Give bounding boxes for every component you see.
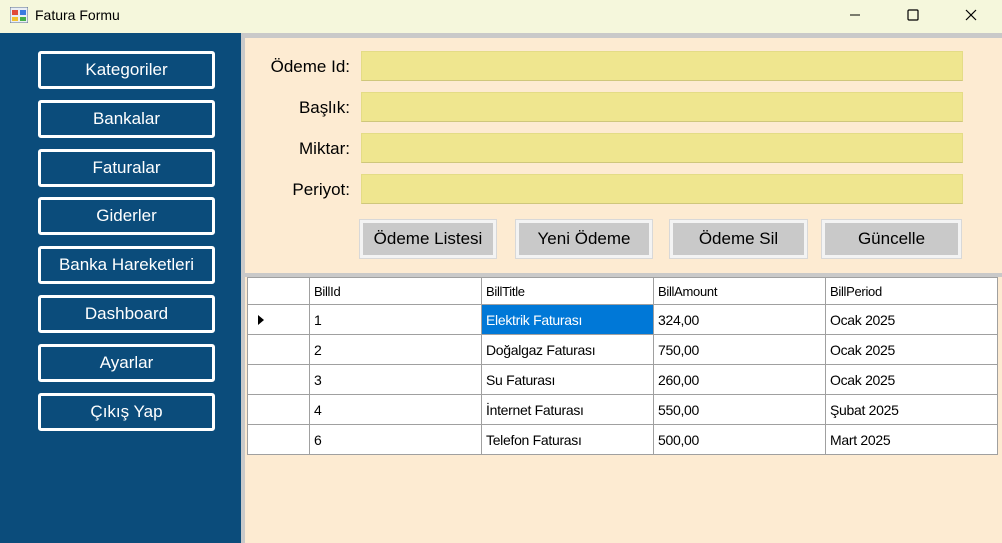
table-row[interactable]: 2 Doğalgaz Faturası 750,00 Ocak 2025 [247, 334, 998, 365]
column-header-billid[interactable]: BillId [309, 277, 482, 305]
table-cell[interactable]: 260,00 [653, 364, 826, 395]
app-form-icon [10, 7, 28, 23]
table-cell[interactable]: Ocak 2025 [825, 304, 998, 335]
minimize-icon [850, 14, 860, 16]
odeme-id-label: Ödeme Id: [270, 57, 350, 76]
baslik-label: Başlık: [298, 98, 350, 117]
table-cell[interactable]: 3 [309, 364, 482, 395]
nav-banka-hareketleri-button[interactable]: Banka Hareketleri [38, 246, 215, 284]
table-cell[interactable]: 4 [309, 394, 482, 425]
nav-giderler-button[interactable]: Giderler [38, 197, 215, 235]
table-cell[interactable]: 2 [309, 334, 482, 365]
table-cell[interactable]: 550,00 [653, 394, 826, 425]
table-cell[interactable]: 324,00 [653, 304, 826, 335]
current-row-arrow-icon [258, 314, 264, 325]
periyot-label: Periyot: [292, 180, 350, 199]
column-header-billperiod[interactable]: BillPeriod [825, 277, 998, 305]
miktar-input[interactable] [361, 133, 963, 163]
row-header-corner[interactable] [247, 277, 310, 305]
table-cell[interactable]: 500,00 [653, 424, 826, 455]
table-cell[interactable]: 6 [309, 424, 482, 455]
row-header[interactable] [247, 394, 310, 425]
table-row[interactable]: 3 Su Faturası 260,00 Ocak 2025 [247, 364, 998, 395]
nav-kategoriler-button[interactable]: Kategoriler [38, 51, 215, 89]
minimize-button[interactable] [826, 0, 884, 30]
nav-dashboard-button[interactable]: Dashboard [38, 295, 215, 333]
nav-cikis-yap-button[interactable]: Çıkış Yap [38, 393, 215, 431]
table-cell-selected[interactable]: Elektrik Faturası [481, 304, 654, 335]
maximize-button[interactable] [884, 0, 942, 30]
close-button[interactable] [942, 0, 1000, 30]
table-row[interactable]: 1 Elektrik Faturası 324,00 Ocak 2025 [247, 304, 998, 335]
yeni-odeme-button[interactable]: Yeni Ödeme [515, 219, 653, 259]
title-bar: Fatura Formu [0, 0, 1002, 33]
column-header-billamount[interactable]: BillAmount [653, 277, 826, 305]
row-header[interactable] [247, 364, 310, 395]
odeme-listesi-button[interactable]: Ödeme Listesi [359, 219, 497, 259]
table-cell[interactable]: Ocak 2025 [825, 334, 998, 365]
miktar-label: Miktar: [299, 139, 350, 158]
row-header-current[interactable] [247, 304, 310, 335]
row-header[interactable] [247, 334, 310, 365]
table-row[interactable]: 4 İnternet Faturası 550,00 Şubat 2025 [247, 394, 998, 425]
table-cell[interactable]: Doğalgaz Faturası [481, 334, 654, 365]
odeme-id-input[interactable] [361, 51, 963, 81]
nav-ayarlar-button[interactable]: Ayarlar [38, 344, 215, 382]
column-header-billtitle[interactable]: BillTitle [481, 277, 654, 305]
table-cell[interactable]: Ocak 2025 [825, 364, 998, 395]
table-cell[interactable]: 1 [309, 304, 482, 335]
row-header[interactable] [247, 424, 310, 455]
periyot-input[interactable] [361, 174, 963, 204]
table-cell[interactable]: Telefon Faturası [481, 424, 654, 455]
table-row[interactable]: 6 Telefon Faturası 500,00 Mart 2025 [247, 424, 998, 455]
table-cell[interactable]: İnternet Faturası [481, 394, 654, 425]
sidebar: Kategoriler Bankalar Faturalar Giderler … [0, 33, 241, 543]
table-cell[interactable]: Şubat 2025 [825, 394, 998, 425]
nav-bankalar-button[interactable]: Bankalar [38, 100, 215, 138]
guncelle-button[interactable]: Güncelle [821, 219, 962, 259]
table-cell[interactable]: 750,00 [653, 334, 826, 365]
odeme-sil-button[interactable]: Ödeme Sil [669, 219, 808, 259]
window-title: Fatura Formu [35, 7, 120, 23]
baslik-input[interactable] [361, 92, 963, 122]
table-cell[interactable]: Su Faturası [481, 364, 654, 395]
close-icon [965, 9, 977, 21]
table-cell[interactable]: Mart 2025 [825, 424, 998, 455]
bills-table[interactable]: BillId BillTitle BillAmount BillPeriod 1… [247, 277, 998, 455]
maximize-icon [907, 9, 919, 21]
table-header-row: BillId BillTitle BillAmount BillPeriod [247, 277, 998, 305]
nav-faturalar-button[interactable]: Faturalar [38, 149, 215, 187]
